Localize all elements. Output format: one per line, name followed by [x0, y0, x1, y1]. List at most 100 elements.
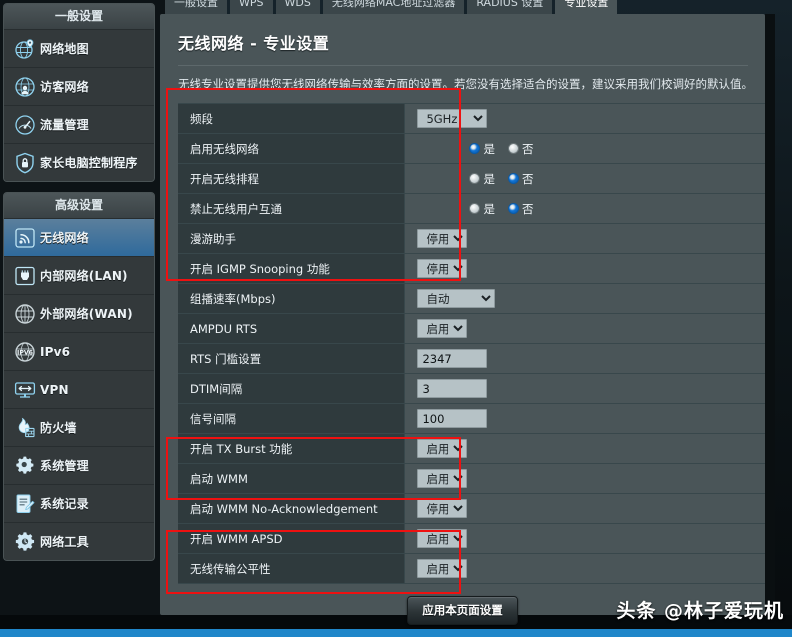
setting-label: DTIM间隔 [178, 373, 406, 404]
ipv6-globe-icon: IPV6 [10, 338, 40, 366]
setting-label: RTS 门槛设置 [178, 343, 406, 374]
setting-select[interactable]: 自动69121824364854 [417, 289, 496, 308]
sidebar-item-parental-control[interactable]: 家长电脑控制程序 [4, 144, 154, 181]
sidebar: 一般设置 网络地图 访客网络 流量管理 家长电脑控制程序 高级设置 无线网络 内… [3, 3, 155, 571]
sidebar-item-traffic-manager[interactable]: 流量管理 [4, 106, 154, 144]
settings-row: 禁止无线用户互通是否 [178, 193, 766, 224]
main-panel: 无线网络 - 专业设置 无线专业设置提供您无线网络传输与效率方面的设置。若您没有… [160, 14, 766, 615]
settings-row: 组播速率(Mbps) 自动69121824364854 [178, 283, 766, 314]
sidebar-item-label: 家长电脑控制程序 [40, 156, 138, 170]
radio-unselected-icon[interactable] [469, 203, 481, 214]
network-tools-gear-icon [10, 528, 40, 556]
setting-label: 启用无线网络 [178, 133, 406, 164]
setting-select[interactable]: 启用停用 [417, 319, 468, 338]
setting-label: 开启无线排程 [178, 163, 406, 194]
setting-text-input[interactable] [417, 379, 488, 398]
setting-value-cell: 启用停用 [404, 463, 766, 494]
settings-row: DTIM间隔 [178, 373, 766, 404]
radio-selected-icon[interactable] [507, 173, 519, 184]
radio-label: 是 [483, 171, 495, 186]
sidebar-item-label: 防火墙 [40, 421, 77, 435]
radio-option[interactable]: 否 [507, 171, 533, 187]
sidebar-group-general: 一般设置 网络地图 访客网络 流量管理 家长电脑控制程序 [3, 3, 155, 182]
setting-select[interactable]: 启用停用 [417, 469, 468, 488]
radio-selected-icon[interactable] [507, 203, 519, 214]
sidebar-item-guest-network[interactable]: 访客网络 [4, 68, 154, 106]
sidebar-item-lan[interactable]: 内部网络(LAN) [4, 257, 154, 295]
sidebar-item-label: 内部网络(LAN) [40, 269, 128, 283]
setting-value-cell: 启用停用 [404, 493, 766, 524]
globe-icon [10, 300, 40, 328]
setting-value-cell: 是否 [404, 163, 766, 194]
settings-row: 频段 2.4GHz5GHz [178, 103, 766, 134]
sidebar-item-ipv6[interactable]: IPV6 IPv6 [4, 333, 154, 371]
sidebar-group-general-title: 一般设置 [4, 4, 154, 30]
setting-label: 开启 WMM APSD [178, 523, 406, 554]
setting-select[interactable]: 启用停用 [417, 259, 468, 278]
radio-unselected-icon[interactable] [507, 143, 519, 154]
apply-settings-button[interactable]: 应用本页面设置 [407, 596, 518, 625]
radio-label: 否 [521, 201, 534, 216]
radio-option[interactable]: 是 [469, 171, 495, 187]
page-description: 无线专业设置提供您无线网络传输与效率方面的设置。若您没有选择适合的设置，建议采用… [178, 77, 753, 91]
gauge-icon [10, 111, 40, 139]
radio-selected-icon[interactable] [469, 143, 481, 154]
radio-option[interactable]: 否 [507, 201, 534, 217]
setting-select[interactable]: 启用停用 [417, 439, 468, 458]
setting-label: 漫游助手 [178, 223, 406, 254]
setting-label: 频段 [178, 103, 406, 134]
sidebar-item-label: VPN [40, 382, 69, 397]
sidebar-item-firewall[interactable]: 防火墙 [4, 409, 154, 447]
tab-general[interactable]: 一般设置 [165, 0, 227, 14]
setting-text-input[interactable] [417, 409, 488, 428]
footer-accent-bar [0, 629, 792, 637]
radio-option[interactable]: 否 [507, 141, 533, 157]
sidebar-item-label: 流量管理 [40, 118, 89, 132]
globe-pin-icon [10, 35, 40, 63]
tab-wds[interactable]: WDS [275, 0, 320, 14]
tab-mac-filter[interactable]: 无线网络MAC地址过滤器 [322, 0, 465, 14]
wifi-signal-icon [10, 224, 40, 252]
settings-row: 开启 WMM APSD 启用停用 [178, 523, 766, 554]
setting-value-cell [404, 403, 766, 434]
setting-text-input[interactable] [417, 349, 488, 368]
sidebar-item-wireless[interactable]: 无线网络 [4, 219, 154, 257]
tab-radius[interactable]: RADIUS 设置 [467, 0, 553, 14]
setting-radio-group: 是否 [417, 171, 765, 187]
tab-wps[interactable]: WPS [230, 0, 273, 14]
setting-select[interactable]: 启用停用 [417, 529, 468, 548]
sidebar-item-vpn[interactable]: VPN [4, 371, 154, 409]
radio-label: 是 [483, 201, 495, 216]
tab-professional[interactable]: 专业设置 [555, 0, 618, 14]
sidebar-item-wan[interactable]: 外部网络(WAN) [4, 295, 154, 333]
setting-select[interactable]: 启用停用 [417, 229, 468, 248]
setting-value-cell: 是否 [404, 133, 766, 164]
sidebar-item-administration[interactable]: 系统管理 [4, 447, 154, 485]
setting-label: 禁止无线用户互通 [178, 193, 406, 224]
setting-radio-group: 是否 [417, 201, 765, 217]
sidebar-item-label: 系统管理 [40, 459, 89, 473]
settings-row: AMPDU RTS 启用停用 [178, 313, 766, 344]
sidebar-item-system-log[interactable]: 系统记录 [4, 485, 154, 523]
setting-select[interactable]: 启用停用 [417, 499, 468, 518]
setting-select[interactable]: 2.4GHz5GHz [417, 109, 488, 128]
sidebar-item-label: 无线网络 [40, 231, 89, 245]
radio-option[interactable]: 是 [469, 141, 495, 157]
setting-select[interactable]: 启用停用 [417, 559, 468, 578]
setting-value-cell: 启用停用 [404, 433, 766, 464]
sidebar-item-label: 网络地图 [40, 42, 89, 56]
lan-port-icon [10, 262, 40, 290]
setting-value-cell: 自动69121824364854 [404, 283, 766, 314]
sidebar-item-network-map[interactable]: 网络地图 [4, 30, 154, 68]
radio-unselected-icon[interactable] [469, 173, 481, 184]
radio-option[interactable]: 是 [469, 201, 495, 217]
setting-value-cell: 是否 [404, 193, 766, 224]
gear-admin-icon [10, 452, 40, 480]
globe-users-icon [10, 73, 40, 101]
setting-label: 启动 WMM [178, 463, 406, 494]
title-divider [178, 65, 748, 66]
setting-value-cell [404, 373, 766, 404]
firewall-flame-icon [10, 414, 40, 442]
sidebar-item-network-tools[interactable]: 网络工具 [4, 523, 154, 560]
settings-row: 无线传输公平性启用停用 [178, 553, 766, 584]
